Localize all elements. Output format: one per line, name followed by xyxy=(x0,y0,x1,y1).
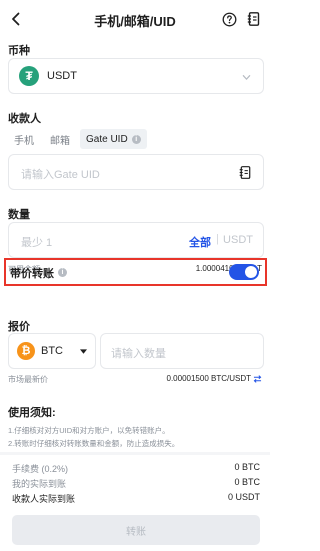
market-price: 0.00001500 BTC/USDT xyxy=(167,374,263,383)
info-icon[interactable]: i xyxy=(131,134,141,144)
notice-title: 使用须知: xyxy=(8,407,56,419)
amount-label: 数量 xyxy=(8,209,30,221)
amount-unit: USDT xyxy=(223,234,253,246)
fee-row: 手续费 (0.2%) 0 BTC xyxy=(12,462,260,475)
recipient-label: 收款人 xyxy=(8,113,41,125)
quote-coin-value: BTC xyxy=(41,345,63,357)
toggle-knob xyxy=(245,266,257,278)
back-arrow-icon[interactable] xyxy=(8,11,24,27)
recipient-actual-label: 收款人实际到账 xyxy=(12,494,76,504)
uid-placeholder: 请输入Gate UID xyxy=(21,169,100,181)
records-icon[interactable] xyxy=(246,11,262,27)
market-price-value: 0.00001500 BTC/USDT xyxy=(166,374,252,383)
recipient-actual-row: 收款人实际到账 0 USDT xyxy=(12,492,260,505)
priced-transfer-label: 带价转账 xyxy=(10,268,54,280)
address-book-icon[interactable] xyxy=(238,165,253,180)
quote-coin-select[interactable]: ₿ BTC xyxy=(8,333,96,369)
chevron-down-icon xyxy=(242,75,251,81)
uid-input[interactable]: 请输入Gate UID xyxy=(8,154,264,190)
tab-gate-uid[interactable]: Gate UID i xyxy=(80,129,147,149)
priced-transfer-row: 带价转账 i xyxy=(4,258,267,286)
section-divider xyxy=(0,452,270,455)
amount-input[interactable]: 最少 1 全部 | USDT xyxy=(8,222,264,258)
usdt-coin-icon: ₮ xyxy=(19,66,39,86)
quote-quantity-input[interactable]: 请输入数量 xyxy=(100,333,264,369)
tab-email[interactable]: 邮箱 xyxy=(44,129,76,149)
btc-coin-icon: ₿ xyxy=(17,342,35,360)
fee-label: 手续费 (0.2%) xyxy=(12,464,69,474)
header: 手机/邮箱/UID xyxy=(0,0,270,40)
quote-label: 报价 xyxy=(8,321,30,333)
notice-line-2: 2.转账时仔细核对转账数量和金额，防止造成损失。 xyxy=(8,439,180,448)
my-actual-value: 0 BTC xyxy=(234,477,260,487)
currency-select[interactable]: ₮ USDT xyxy=(8,58,264,94)
all-button[interactable]: 全部 xyxy=(189,234,211,250)
caret-down-icon xyxy=(80,349,87,354)
divider: | xyxy=(216,233,219,245)
currency-value: USDT xyxy=(47,70,77,82)
quantity-placeholder: 请输入数量 xyxy=(111,348,166,360)
swap-icon[interactable] xyxy=(253,374,262,383)
recipient-actual-value: 0 USDT xyxy=(227,492,260,502)
my-actual-row: 我的实际到账 0 BTC xyxy=(12,477,260,490)
market-price-label: 市场最新价 xyxy=(8,375,48,384)
page-title: 手机/邮箱/UID xyxy=(94,13,176,29)
amount-placeholder: 最少 1 xyxy=(21,237,53,249)
notice-line-1: 1.仔细核对对方UID和对方账户，以免转错账户。 xyxy=(8,426,170,435)
help-icon[interactable] xyxy=(222,12,237,27)
tab-phone[interactable]: 手机 xyxy=(8,129,40,149)
recipient-tabs: 手机 邮箱 Gate UID i xyxy=(8,129,147,149)
priced-transfer-toggle[interactable] xyxy=(229,264,259,280)
my-actual-label: 我的实际到账 xyxy=(12,479,67,489)
transfer-button[interactable]: 转账 xyxy=(12,515,260,545)
info-icon[interactable]: i xyxy=(58,268,67,277)
currency-label: 币种 xyxy=(8,45,30,57)
fee-value: 0 BTC xyxy=(234,462,260,472)
